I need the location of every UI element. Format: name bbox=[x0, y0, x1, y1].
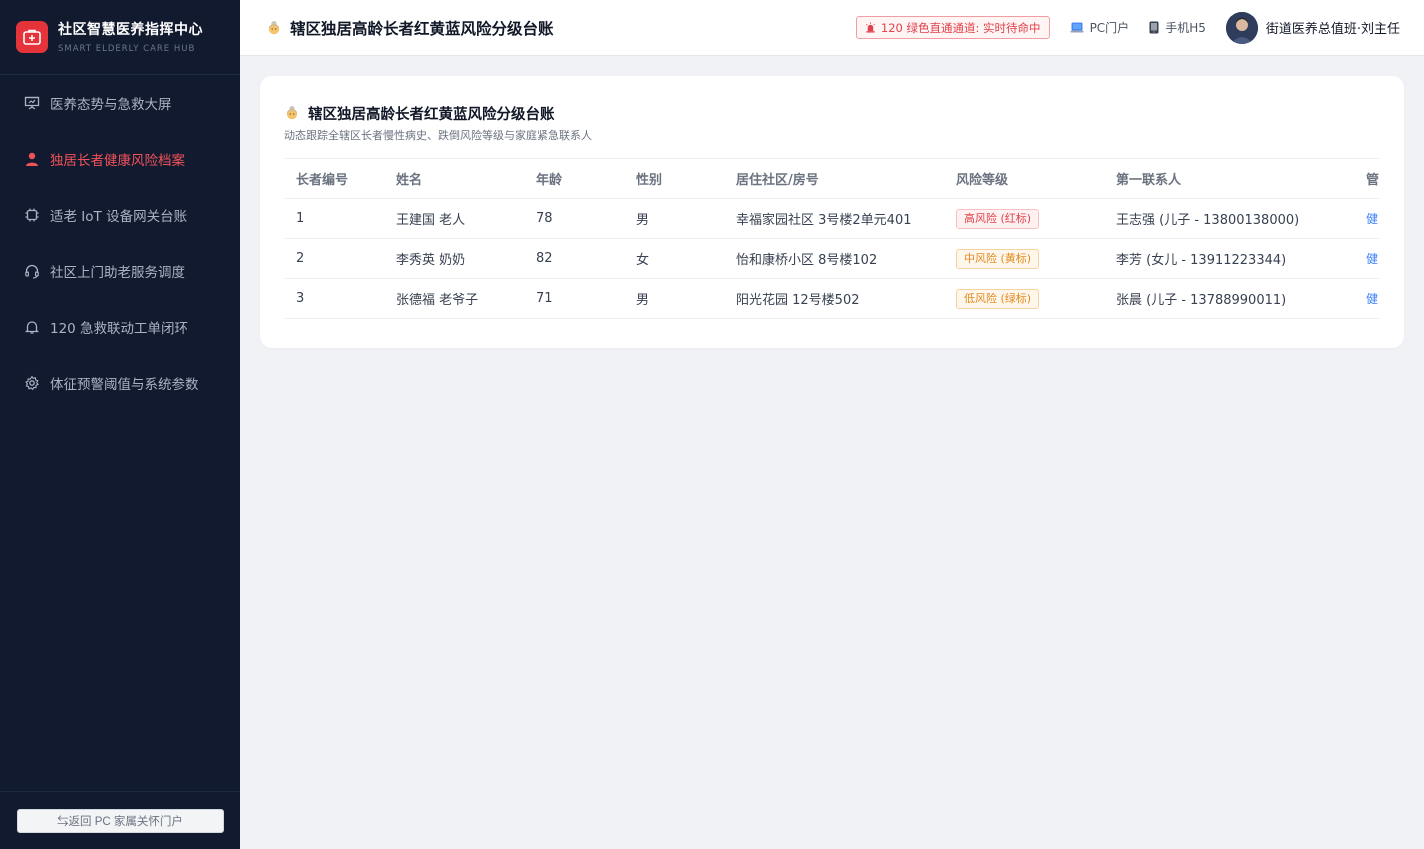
cell-actions: 健 bbox=[1354, 198, 1380, 239]
column-header-contact: 第一联系人 bbox=[1104, 158, 1354, 199]
pc-portal-label: PC门户 bbox=[1089, 21, 1130, 35]
cell-gender: 男 bbox=[624, 198, 724, 239]
cell-contact: 王志强 (儿子 - 13800138000) bbox=[1104, 198, 1354, 239]
cell-risk: 低风险 (绿标) bbox=[944, 278, 1104, 319]
risk-badge: 中风险 (黄标) bbox=[956, 248, 1040, 269]
mobile-h5-link[interactable]: 手机H5 bbox=[1149, 19, 1206, 36]
cell-contact: 张晨 (儿子 - 13788990011) bbox=[1104, 278, 1354, 319]
sidebar-item-label: 社区上门助老服务调度 bbox=[50, 265, 185, 281]
cell-address: 怡和康桥小区 8号楼102 bbox=[724, 238, 944, 279]
column-header-risk: 风险等级 bbox=[944, 158, 1104, 199]
avatar bbox=[1225, 11, 1258, 44]
risk-badge: 低风险 (绿标) bbox=[956, 288, 1040, 309]
sidebar-footer: ⇆返回 PC 家属关怀门户 bbox=[0, 791, 240, 849]
page-title: 辖区独居高龄长者红黄蓝风险分级台账 bbox=[266, 17, 554, 39]
sidebar: 社区智慧医养指挥中心 SMART ELDERLY CARE HUB 医养态势与急… bbox=[0, 0, 240, 849]
column-header-gender: 性别 bbox=[624, 158, 724, 199]
risk-badge: 高风险 (红标) bbox=[956, 208, 1040, 229]
cell-name: 王建国 老人 bbox=[384, 198, 524, 239]
brand-title: 社区智慧医养指挥中心 bbox=[58, 21, 203, 38]
sidebar-nav: 医养态势与急救大屏 独居长者健康风险档案 适老 IoT 设备网关台账 社区上门助… bbox=[0, 75, 240, 791]
cell-age: 78 bbox=[524, 198, 624, 239]
presentation-icon bbox=[24, 95, 40, 111]
card-title: 辖区独居高龄长者红黄蓝风险分级台账 bbox=[284, 102, 1380, 124]
cell-risk: 高风险 (红标) bbox=[944, 198, 1104, 239]
sidebar-item-settings[interactable]: 体征预警阈值与系统参数 bbox=[0, 355, 240, 411]
sidebar-item-label: 适老 IoT 设备网关台账 bbox=[50, 209, 188, 225]
cell-gender: 女 bbox=[624, 238, 724, 279]
user-profile[interactable]: 街道医养总值班·刘主任 bbox=[1225, 11, 1400, 44]
cell-id: 1 bbox=[284, 198, 384, 239]
table-header-row: 长者编号 姓名 年龄 性别 居住社区/房号 风险等级 第一联系人 管 bbox=[284, 158, 1380, 199]
sidebar-item-iot-devices[interactable]: 适老 IoT 设备网关台账 bbox=[0, 187, 240, 243]
sidebar-item-label: 120 急救联动工单闭环 bbox=[50, 321, 189, 337]
card-subtitle: 动态跟踪全辖区长者慢性病史、跌倒风险等级与家庭紧急联系人 bbox=[284, 129, 592, 142]
elderly-table-wrapper[interactable]: 长者编号 姓名 年龄 性别 居住社区/房号 风险等级 第一联系人 管 1 王建国… bbox=[284, 158, 1380, 319]
cell-age: 71 bbox=[524, 278, 624, 319]
page-title-text: 辖区独居高龄长者红黄蓝风险分级台账 bbox=[290, 19, 554, 38]
elderly-woman-icon bbox=[266, 20, 282, 36]
cell-address: 阳光花园 12号楼502 bbox=[724, 278, 944, 319]
cell-age: 82 bbox=[524, 238, 624, 279]
table-row: 2 李秀英 奶奶 82 女 怡和康桥小区 8号楼102 中风险 (黄标) 李芳 … bbox=[284, 238, 1380, 279]
top-header: 辖区独居高龄长者红黄蓝风险分级台账 120 绿色直通通道: 实时待命中 PC门户… bbox=[240, 0, 1424, 56]
user-name: 街道医养总值班·刘主任 bbox=[1265, 22, 1400, 37]
emergency-status-text: 120 绿色直通通道: 实时待命中 bbox=[880, 20, 1041, 35]
elderly-woman-icon bbox=[284, 105, 300, 121]
column-header-actions: 管 bbox=[1354, 158, 1380, 199]
column-header-name: 姓名 bbox=[384, 158, 524, 199]
cell-risk: 中风险 (黄标) bbox=[944, 238, 1104, 279]
headset-icon bbox=[24, 263, 40, 279]
brand: 社区智慧医养指挥中心 SMART ELDERLY CARE HUB bbox=[0, 0, 240, 75]
elderly-risk-ledger-card: 辖区独居高龄长者红黄蓝风险分级台账 动态跟踪全辖区长者慢性病史、跌倒风险等级与家… bbox=[260, 76, 1404, 348]
sidebar-item-label: 独居长者健康风险档案 bbox=[50, 153, 185, 169]
cell-gender: 男 bbox=[624, 278, 724, 319]
health-record-link[interactable]: 健 bbox=[1366, 252, 1378, 266]
sidebar-item-dashboard[interactable]: 医养态势与急救大屏 bbox=[0, 75, 240, 131]
gear-icon bbox=[24, 375, 40, 391]
alarm-siren-icon bbox=[865, 22, 876, 33]
card-title-text: 辖区独居高龄长者红黄蓝风险分级台账 bbox=[308, 106, 555, 123]
cell-name: 张德福 老爷子 bbox=[384, 278, 524, 319]
sidebar-item-label: 医养态势与急救大屏 bbox=[50, 97, 172, 113]
mobile-phone-icon bbox=[1149, 21, 1159, 34]
elderly-table: 长者编号 姓名 年龄 性别 居住社区/房号 风险等级 第一联系人 管 1 王建国… bbox=[284, 158, 1380, 319]
sidebar-item-emergency-orders[interactable]: 120 急救联动工单闭环 bbox=[0, 299, 240, 355]
header-actions: 120 绿色直通通道: 实时待命中 PC门户 手机H5 街道医养总值班·刘主任 bbox=[855, 11, 1424, 44]
cell-actions: 健 bbox=[1354, 278, 1380, 319]
cell-id: 2 bbox=[284, 238, 384, 279]
laptop-icon bbox=[1070, 22, 1084, 34]
medical-kit-icon bbox=[16, 21, 48, 53]
table-row: 3 张德福 老爷子 71 男 阳光花园 12号楼502 低风险 (绿标) 张晨 … bbox=[284, 278, 1380, 319]
cell-actions: 健 bbox=[1354, 238, 1380, 279]
bell-icon bbox=[24, 319, 40, 335]
brand-subtitle: SMART ELDERLY CARE HUB bbox=[58, 43, 196, 54]
health-record-link[interactable]: 健 bbox=[1366, 212, 1378, 226]
pc-portal-link[interactable]: PC门户 bbox=[1070, 19, 1130, 36]
cell-id: 3 bbox=[284, 278, 384, 319]
column-header-address: 居住社区/房号 bbox=[724, 158, 944, 199]
mobile-h5-label: 手机H5 bbox=[1165, 21, 1206, 35]
back-to-portal-button[interactable]: ⇆返回 PC 家属关怀门户 bbox=[16, 808, 224, 833]
user-icon bbox=[24, 151, 40, 167]
chip-icon bbox=[24, 207, 40, 223]
cell-contact: 李芳 (女儿 - 13911223344) bbox=[1104, 238, 1354, 279]
health-record-link[interactable]: 健 bbox=[1366, 292, 1378, 306]
emergency-status-badge: 120 绿色直通通道: 实时待命中 bbox=[855, 16, 1050, 39]
sidebar-item-label: 体征预警阈值与系统参数 bbox=[50, 377, 199, 393]
sidebar-item-elderly-archive[interactable]: 独居长者健康风险档案 bbox=[0, 131, 240, 187]
cell-name: 李秀英 奶奶 bbox=[384, 238, 524, 279]
sidebar-item-home-service[interactable]: 社区上门助老服务调度 bbox=[0, 243, 240, 299]
column-header-id: 长者编号 bbox=[284, 158, 384, 199]
column-header-age: 年龄 bbox=[524, 158, 624, 199]
table-row: 1 王建国 老人 78 男 幸福家园社区 3号楼2单元401 高风险 (红标) … bbox=[284, 198, 1380, 239]
cell-address: 幸福家园社区 3号楼2单元401 bbox=[724, 198, 944, 239]
